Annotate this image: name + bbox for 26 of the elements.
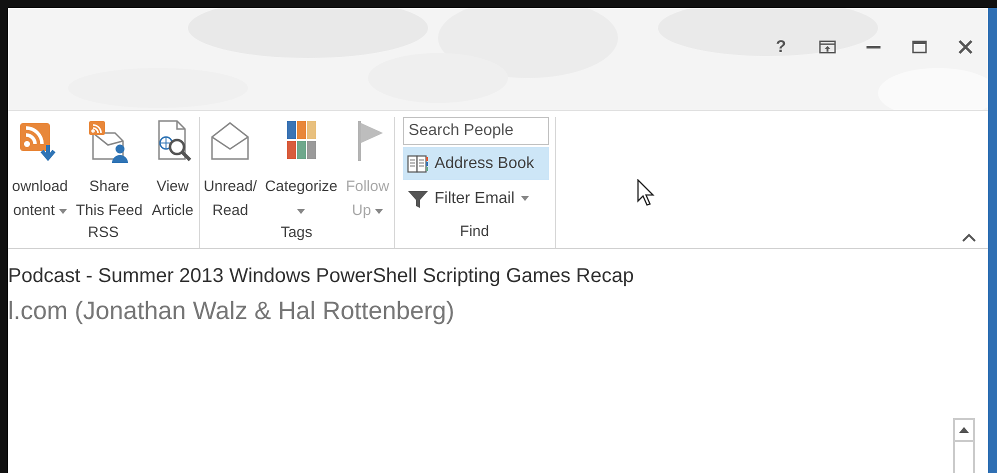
caret-icon (520, 196, 529, 201)
group-label: RSS (88, 223, 119, 243)
help-button[interactable]: ? (758, 34, 804, 60)
close-icon (956, 40, 974, 54)
maximize-icon (910, 40, 928, 54)
group-label: Find (460, 222, 490, 242)
caret-icon (58, 208, 67, 214)
scrollbar[interactable] (953, 418, 975, 473)
group-label: Tags (280, 223, 312, 243)
search-field[interactable]: Search People (402, 117, 549, 145)
ribbon-button[interactable]: View Article (146, 117, 199, 223)
ribbon-button[interactable]: ownload ontent (8, 117, 72, 223)
ribbon-button[interactable]: Share This Feed (72, 117, 147, 223)
caret-icon (375, 208, 384, 214)
caret-icon (297, 208, 306, 214)
message-sender: l.com (Jonathan Walz & Hal Rottenberg) (8, 297, 456, 326)
filter-icon (406, 188, 429, 208)
ribbon-button[interactable]: Address Book (402, 147, 549, 180)
ribbon-button[interactable]: Categorize (260, 117, 342, 223)
ribbon-button[interactable]: Unread/ Read (200, 117, 261, 223)
ribbon-display-icon (818, 40, 836, 54)
collapse-ribbon-icon[interactable] (962, 233, 976, 242)
message-subject: Podcast - Summer 2013 Windows PowerShell Scripting Games Recap (8, 264, 635, 289)
address-book-icon (406, 154, 429, 174)
mouse-cursor-icon (637, 179, 657, 207)
ribbon-button[interactable]: Filter Email (402, 182, 549, 215)
